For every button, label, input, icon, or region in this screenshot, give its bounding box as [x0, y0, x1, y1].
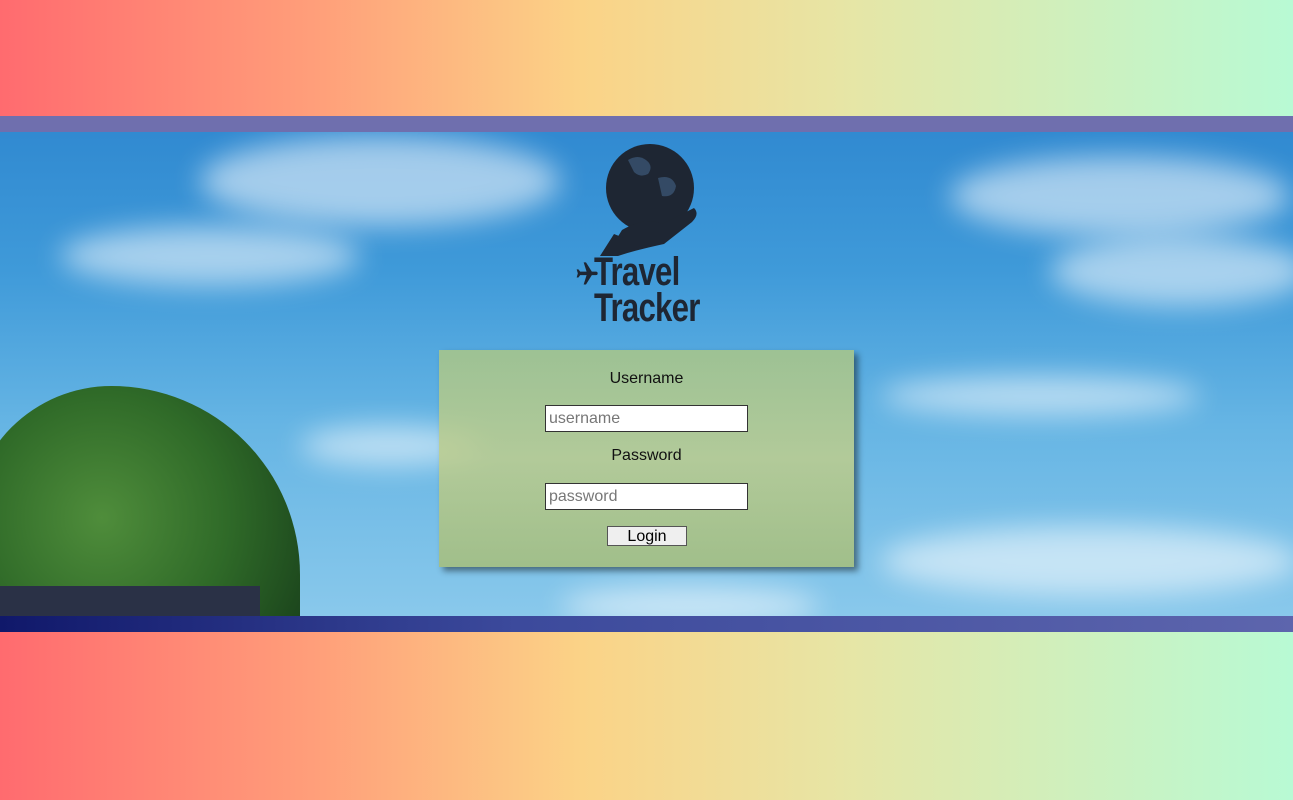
password-input[interactable] — [545, 483, 748, 510]
login-form: Username Password Login — [439, 350, 854, 567]
cloud — [880, 526, 1293, 596]
banner-bottom-stripe — [0, 616, 1293, 632]
cloud — [60, 226, 360, 286]
username-label: Username — [609, 370, 684, 387]
cloud — [200, 136, 560, 226]
logo-title-line-2: Tracker — [594, 286, 700, 330]
password-label: Password — [611, 447, 682, 464]
cloud — [880, 376, 1200, 416]
username-input[interactable] — [545, 405, 748, 432]
globe-in-hand-icon — [600, 144, 697, 256]
login-button[interactable]: Login — [607, 526, 687, 546]
travel-tracker-logo: Travel Tracker — [566, 138, 716, 330]
cloud — [950, 156, 1290, 236]
banner-top-stripe — [0, 116, 1293, 132]
cloud — [1050, 236, 1293, 306]
